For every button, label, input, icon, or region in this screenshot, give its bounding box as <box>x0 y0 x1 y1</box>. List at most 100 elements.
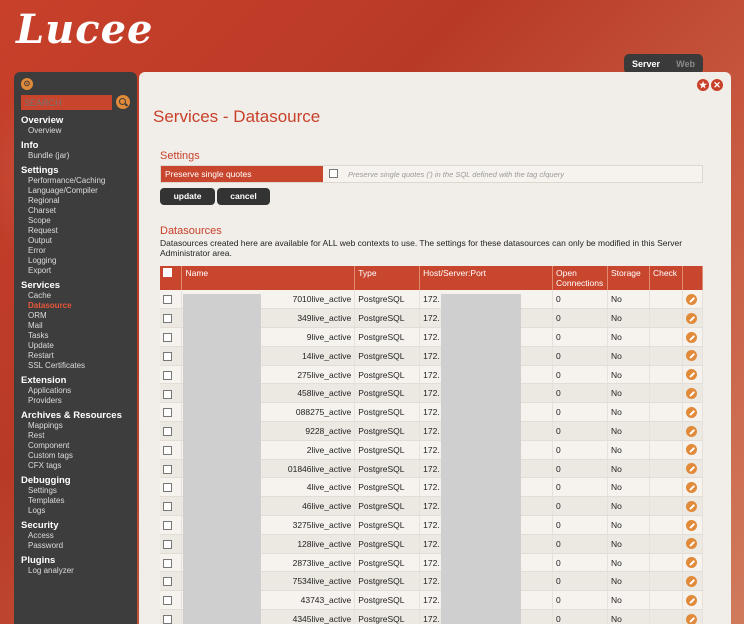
sidebar-item-cache[interactable]: Cache <box>21 291 137 301</box>
sidebar-item-access[interactable]: Access <box>21 531 137 541</box>
edit-icon[interactable] <box>685 350 697 362</box>
edit-icon[interactable] <box>685 575 697 587</box>
sidebar-item-update[interactable]: Update <box>21 341 137 351</box>
home-icon[interactable]: ⊙ <box>21 78 33 90</box>
edit-icon[interactable] <box>685 293 697 305</box>
sidebar-item-applications[interactable]: Applications <box>21 386 137 396</box>
column-header-open-connections[interactable]: Open Connections <box>552 266 608 290</box>
sidebar-item-scope[interactable]: Scope <box>21 216 137 226</box>
sidebar-item-mappings[interactable]: Mappings <box>21 421 137 431</box>
edit-icon[interactable] <box>685 425 697 437</box>
edit-icon[interactable] <box>685 406 697 418</box>
edit-icon[interactable] <box>685 331 697 343</box>
sidebar-item-datasource[interactable]: Datasource <box>21 301 137 311</box>
update-button[interactable]: update <box>160 188 215 205</box>
sidebar-item-log-analyzer[interactable]: Log analyzer <box>21 566 137 576</box>
search-input[interactable] <box>21 95 112 110</box>
sidebar-item-output[interactable]: Output <box>21 236 137 246</box>
sidebar-item-restart[interactable]: Restart <box>21 351 137 361</box>
sidebar-item-tasks[interactable]: Tasks <box>21 331 137 341</box>
nav-group-title: Services <box>21 280 61 291</box>
row-checkbox[interactable] <box>163 389 172 399</box>
sidebar-item-rest[interactable]: Rest <box>21 431 137 441</box>
sidebar-item-mail[interactable]: Mail <box>21 321 137 331</box>
edit-icon[interactable] <box>685 594 697 606</box>
column-header-host[interactable]: Host/Server:Port <box>419 266 553 290</box>
edit-icon[interactable] <box>685 444 697 456</box>
cell-type: PostgreSQL <box>354 308 421 329</box>
sidebar-item-settings[interactable]: Settings <box>21 486 137 496</box>
row-checkbox[interactable] <box>163 427 172 437</box>
cell-type: PostgreSQL <box>354 327 421 347</box>
nav-group-title: Archives & Resources <box>21 410 122 421</box>
edit-icon[interactable] <box>685 312 697 324</box>
sidebar-item-export[interactable]: Export <box>21 266 137 276</box>
sidebar-item-orm[interactable]: ORM <box>21 311 137 321</box>
nav-group: Extension Applications Providers <box>21 375 137 406</box>
cell-storage: No <box>607 534 650 554</box>
sidebar-item-request[interactable]: Request <box>21 226 137 236</box>
cell-check <box>649 383 683 404</box>
cell-type: PostgreSQL <box>354 346 421 366</box>
sidebar-item-custom-tags[interactable]: Custom tags <box>21 451 137 461</box>
edit-icon[interactable] <box>685 388 697 399</box>
edit-icon[interactable] <box>685 481 697 493</box>
tab-web[interactable]: Web <box>676 59 695 69</box>
sidebar-item-ssl-certificates[interactable]: SSL Certificates <box>21 361 137 371</box>
close-icon[interactable]: ✕ <box>711 79 723 91</box>
cell-storage: No <box>607 515 650 535</box>
column-header-storage[interactable]: Storage <box>607 266 650 290</box>
sidebar-item-performance-caching[interactable]: Performance/Caching <box>21 176 137 186</box>
row-checkbox[interactable] <box>163 370 172 380</box>
select-all-checkbox[interactable] <box>163 268 172 277</box>
sidebar-item-language-compiler[interactable]: Language/Compiler <box>21 186 137 196</box>
row-checkbox[interactable] <box>163 577 172 587</box>
sidebar-item-regional[interactable]: Regional <box>21 196 137 206</box>
sidebar-item-logs[interactable]: Logs <box>21 506 137 516</box>
sidebar-item-providers[interactable]: Providers <box>21 396 137 406</box>
sidebar-item-overview[interactable]: Overview <box>21 126 137 136</box>
column-header-name[interactable]: Name <box>181 266 356 290</box>
sidebar-item-templates[interactable]: Templates <box>21 496 137 506</box>
sidebar-item-charset[interactable]: Charset <box>21 206 137 216</box>
row-checkbox[interactable] <box>163 483 172 493</box>
row-checkbox-cell <box>160 571 183 592</box>
edit-icon[interactable] <box>685 538 697 550</box>
favorite-icon[interactable]: ★ <box>697 79 709 91</box>
cell-type: PostgreSQL <box>354 402 421 423</box>
sidebar-item-component[interactable]: Component <box>21 441 137 451</box>
edit-icon[interactable] <box>685 519 697 531</box>
edit-icon[interactable] <box>685 463 697 475</box>
sidebar-item-logging[interactable]: Logging <box>21 256 137 266</box>
row-checkbox[interactable] <box>163 333 172 343</box>
preserve-quotes-checkbox[interactable] <box>329 169 338 178</box>
row-checkbox[interactable] <box>163 502 172 512</box>
edit-icon[interactable] <box>685 557 697 569</box>
row-checkbox[interactable] <box>163 596 172 606</box>
row-checkbox[interactable] <box>163 408 172 418</box>
row-checkbox[interactable] <box>163 615 172 624</box>
row-checkbox[interactable] <box>163 314 172 324</box>
edit-icon[interactable] <box>685 500 697 512</box>
search-icon[interactable] <box>116 95 130 109</box>
row-checkbox[interactable] <box>163 558 172 568</box>
column-header-type[interactable]: Type <box>354 266 421 290</box>
row-checkbox[interactable] <box>163 464 172 474</box>
row-checkbox[interactable] <box>163 295 172 305</box>
edit-icon[interactable] <box>685 613 697 624</box>
cancel-button[interactable]: cancel <box>217 188 270 205</box>
sidebar-item-password[interactable]: Password <box>21 541 137 551</box>
cell-check <box>649 515 683 535</box>
sidebar-item-bundle-jar-[interactable]: Bundle (jar) <box>21 151 137 161</box>
sidebar: ⊙ OverviewOverview InfoBundle (jar) Settin… <box>14 72 137 624</box>
tab-server[interactable]: Server <box>632 59 660 69</box>
sidebar-item-error[interactable]: Error <box>21 246 137 256</box>
sidebar-item-cfx-tags[interactable]: CFX tags <box>21 461 137 471</box>
row-checkbox[interactable] <box>163 539 172 549</box>
row-checkbox[interactable] <box>163 521 172 531</box>
cell-check <box>649 534 683 554</box>
row-checkbox[interactable] <box>163 351 172 361</box>
column-header-check[interactable]: Check <box>649 266 683 290</box>
row-checkbox[interactable] <box>163 445 172 455</box>
edit-icon[interactable] <box>685 369 697 381</box>
